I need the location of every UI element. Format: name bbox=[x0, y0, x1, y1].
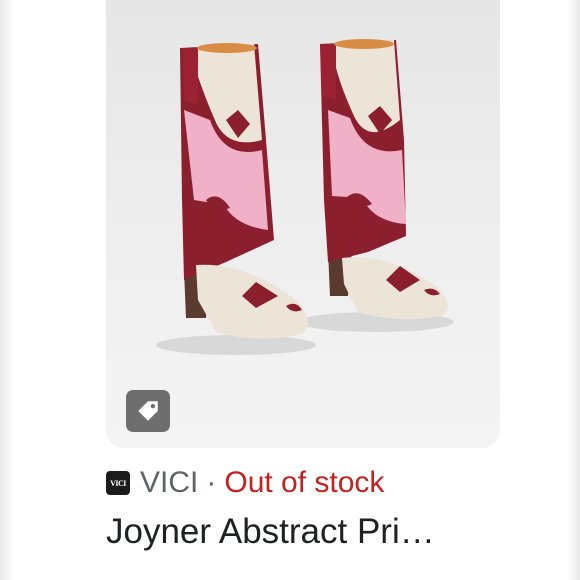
separator-dot: · bbox=[206, 466, 217, 499]
availability-status: Out of stock bbox=[224, 466, 385, 499]
left-edge bbox=[0, 0, 14, 580]
product-image bbox=[156, 39, 454, 355]
vici-favicon: VICI bbox=[106, 471, 130, 495]
product-title[interactable]: Joyner Abstract Pri… bbox=[106, 512, 576, 552]
right-edge bbox=[566, 0, 580, 580]
tag-icon bbox=[138, 401, 158, 421]
product-image-card[interactable] bbox=[106, 0, 500, 448]
source-name[interactable]: VICI bbox=[140, 466, 198, 500]
right-boot bbox=[320, 39, 448, 320]
left-boot bbox=[180, 43, 308, 339]
shopping-tag-button[interactable] bbox=[126, 390, 170, 432]
source-row: VICI VICI · Out of stock bbox=[106, 463, 384, 503]
